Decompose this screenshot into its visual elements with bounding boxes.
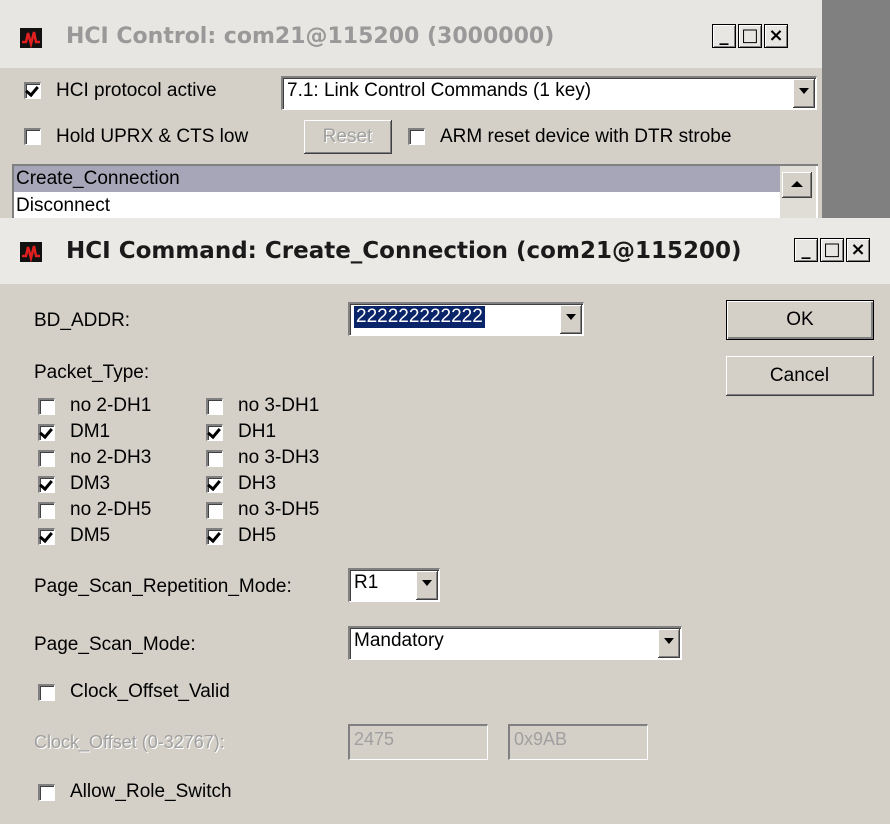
page-scan-repetition-mode-value: R1 [354,572,379,593]
list-item-label: Create_Connection [16,168,180,189]
allow-role-switch-label: Allow_Role_Switch [70,781,232,802]
arm-reset-label: ARM reset device with DTR strobe [440,126,732,147]
packet-type-option-label: no 2-DH5 [70,499,152,520]
page-scan-mode-select[interactable]: Mandatory [348,626,682,660]
command-group-select[interactable]: 7.1: Link Control Commands (1 key) [281,76,817,110]
clock-offset-label: Clock_Offset (0-32767): [34,732,225,752]
no-3dh3-checkbox[interactable] [206,450,223,467]
page-scan-repetition-mode-select[interactable]: R1 [348,568,440,602]
packet-type-option-label: DM3 [70,473,111,494]
minimize-icon[interactable]: _ [712,24,736,48]
clock-offset-decimal-field: 2475 [348,724,488,760]
list-item[interactable]: Disconnect [14,193,780,219]
hci-protocol-active-checkbox[interactable] [24,82,41,99]
no-2dh3-checkbox[interactable] [38,450,55,467]
control-window-title: HCI Control: com21@115200 (3000000) [66,24,555,49]
app-wave-icon [20,242,42,262]
cancel-button[interactable]: Cancel [726,356,874,396]
dropdown-arrow-icon[interactable] [560,305,582,334]
ok-button[interactable]: OK [726,300,874,340]
hold-uprx-checkbox[interactable] [24,128,41,145]
packet-type-option-label: DH3 [238,473,277,494]
allow-role-switch-checkbox[interactable] [38,784,55,801]
scroll-up-icon[interactable] [782,172,812,198]
no-2dh1-checkbox[interactable] [38,398,55,415]
packet-type-option-label: no 2-DH3 [70,447,152,468]
bd-addr-label: BD_ADDR: [34,310,131,331]
reset-button[interactable]: Reset [304,120,392,154]
no-3dh1-checkbox[interactable] [206,398,223,415]
dialog-title: HCI Command: Create_Connection (com21@11… [66,238,742,264]
hci-protocol-active-label: HCI protocol active [56,80,217,101]
page-scan-mode-value: Mandatory [354,630,444,651]
list-item-label: Disconnect [16,195,110,216]
packet-type-option-label: DM5 [70,525,111,546]
no-3dh5-checkbox[interactable] [206,502,223,519]
dh1-checkbox[interactable] [206,424,223,441]
packet-type-option-label: no 2-DH1 [70,395,152,416]
command-group-value: 7.1: Link Control Commands (1 key) [287,80,592,101]
dm5-checkbox[interactable] [38,528,55,545]
hold-uprx-label: Hold UPRX & CTS low [56,126,249,147]
bd-addr-value[interactable]: 222222222222 [354,306,485,328]
dropdown-arrow-icon[interactable] [658,629,680,658]
list-item-selected[interactable]: Create_Connection [14,166,780,192]
clock-offset-decimal-value: 2475 [354,729,395,749]
no-2dh5-checkbox[interactable] [38,502,55,519]
minimize-icon[interactable]: _ [794,238,818,262]
packet-type-option-label: no 3-DH3 [238,447,320,468]
close-icon[interactable]: × [764,24,788,48]
clock-offset-hex-value: 0x9AB [514,729,568,749]
create-connection-dialog: HCI Command: Create_Connection (com21@11… [0,218,890,824]
packet-type-option-label: DH5 [238,525,277,546]
page-scan-repetition-mode-label: Page_Scan_Repetition_Mode: [34,576,292,597]
maximize-icon[interactable]: □ [738,24,762,48]
packet-type-option-label: no 3-DH5 [238,499,320,520]
dm1-checkbox[interactable] [38,424,55,441]
dh5-checkbox[interactable] [206,528,223,545]
app-wave-icon [20,28,42,48]
packet-type-label: Packet_Type: [34,362,150,383]
dropdown-arrow-icon[interactable] [416,571,438,600]
maximize-icon[interactable]: □ [820,238,844,262]
dm3-checkbox[interactable] [38,476,55,493]
clock-offset-hex-field: 0x9AB [508,724,648,760]
hci-control-window: HCI Control: com21@115200 (3000000) _ □ … [0,0,822,230]
dh3-checkbox[interactable] [206,476,223,493]
packet-type-option-label: no 3-DH1 [238,395,320,416]
arm-reset-checkbox[interactable] [408,128,425,145]
dropdown-arrow-icon[interactable] [793,79,815,108]
bd-addr-combo[interactable]: 222222222222 [348,302,584,336]
close-icon[interactable]: × [846,238,870,262]
clock-offset-valid-checkbox[interactable] [38,684,55,701]
page-scan-mode-label: Page_Scan_Mode: [34,634,196,655]
clock-offset-valid-label: Clock_Offset_Valid [70,681,230,702]
packet-type-option-label: DH1 [238,421,277,442]
packet-type-option-label: DM1 [70,421,111,442]
